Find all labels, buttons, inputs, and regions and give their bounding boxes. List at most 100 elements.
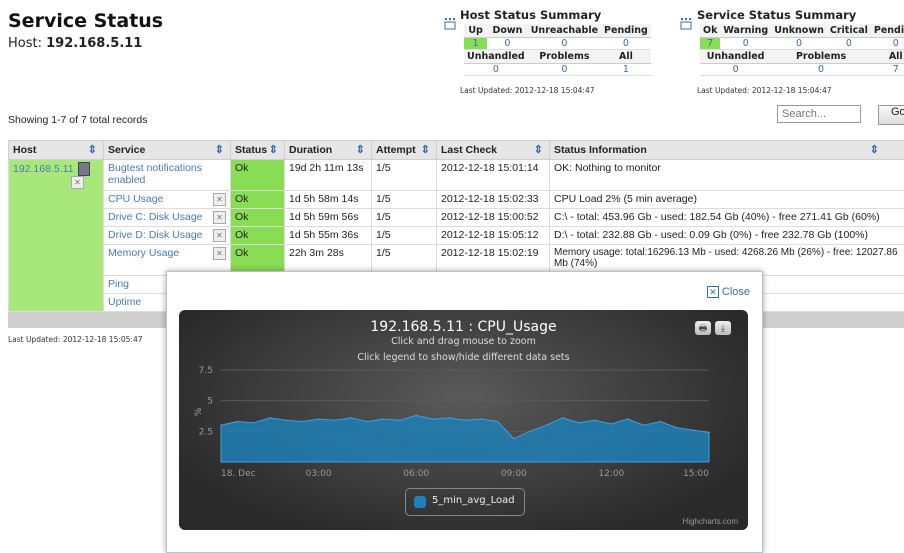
graph-icon[interactable]: ✕	[213, 229, 226, 242]
data-point[interactable]	[367, 421, 369, 423]
close-button[interactable]: ✕Close	[707, 286, 750, 298]
column-duration[interactable]: Duration⇕	[285, 141, 372, 160]
service-link[interactable]: CPU Usage	[108, 193, 163, 205]
last-check-cell: 2012-12-18 15:02:33	[437, 191, 550, 209]
host-up-count[interactable]: 1	[464, 38, 487, 50]
service-ok-count[interactable]: 7	[700, 38, 720, 50]
data-point[interactable]	[399, 419, 401, 421]
data-point[interactable]	[562, 417, 564, 419]
data-point[interactable]	[415, 415, 417, 417]
host-all-header: All	[601, 50, 651, 64]
sort-icon[interactable]: ⇕	[356, 143, 365, 156]
data-point[interactable]	[676, 427, 678, 429]
column-host[interactable]: Host⇕	[9, 141, 104, 160]
host-down-count[interactable]: 0	[487, 38, 528, 50]
data-point[interactable]	[383, 418, 385, 420]
data-point[interactable]	[285, 419, 287, 421]
data-point[interactable]	[529, 431, 531, 433]
sort-icon[interactable]: ⇕	[88, 143, 97, 156]
host-cell[interactable]: 192.168.5.11 ✕	[9, 160, 104, 312]
data-point[interactable]	[659, 421, 661, 423]
legend-swatch[interactable]	[414, 496, 426, 508]
data-point[interactable]	[611, 423, 613, 425]
data-point[interactable]	[513, 438, 515, 440]
data-point[interactable]	[546, 424, 548, 426]
sort-icon[interactable]: ⇕	[534, 143, 543, 156]
graph-icon[interactable]: ✕	[213, 211, 226, 224]
data-point[interactable]	[627, 418, 629, 420]
host-pending-count[interactable]: 0	[601, 38, 651, 50]
chart-container[interactable]: 192.168.5.11 : CPU_Usage Click and drag …	[179, 310, 748, 530]
service-critical-count[interactable]: 0	[827, 38, 871, 50]
host-unhandled-header: Unhandled	[464, 50, 528, 64]
data-point[interactable]	[594, 419, 596, 421]
column-status[interactable]: Status⇕	[231, 141, 285, 160]
service-cell[interactable]: Drive D: Disk Usage ✕	[104, 227, 231, 245]
series-area[interactable]	[221, 415, 709, 462]
column-status-information[interactable]: Status Information⇕	[550, 141, 904, 160]
data-point[interactable]	[318, 418, 320, 420]
legend-label[interactable]: 5_min_avg_Load	[432, 495, 515, 506]
service-link[interactable]: Drive D: Disk Usage	[108, 229, 203, 241]
last-check-cell: 2012-12-18 15:01:14	[437, 160, 550, 191]
data-point[interactable]	[448, 417, 450, 419]
column-attempt[interactable]: Attempt⇕	[372, 141, 437, 160]
data-point[interactable]	[643, 424, 645, 426]
graph-icon[interactable]: ✕	[213, 247, 226, 260]
service-link[interactable]: Drive C: Disk Usage	[108, 211, 203, 223]
chart-legend[interactable]: 5_min_avg_Load	[405, 488, 525, 516]
data-point[interactable]	[253, 422, 255, 424]
attempt-cell: 1/5	[372, 227, 437, 245]
go-button[interactable]: Go	[878, 105, 904, 125]
service-pending-count[interactable]: 0	[871, 38, 904, 50]
status-info-cell: OK: Nothing to monitor	[550, 160, 904, 191]
service-link[interactable]: Bugtest notifications enabled	[108, 162, 202, 186]
sort-icon[interactable]: ⇕	[421, 143, 430, 156]
host-summary-last-updated: Last Updated: 2012-12-18 15:04:47	[460, 86, 595, 95]
data-point[interactable]	[464, 419, 466, 421]
service-link[interactable]: Uptime	[108, 296, 141, 308]
close-label[interactable]: Close	[722, 286, 750, 298]
data-point[interactable]	[480, 418, 482, 420]
host-unreachable-count[interactable]: 0	[528, 38, 601, 50]
graph-icon[interactable]: ✕	[71, 176, 84, 189]
column-service[interactable]: Service⇕	[104, 141, 231, 160]
data-point[interactable]	[350, 417, 352, 419]
sort-icon[interactable]: ⇕	[269, 143, 278, 156]
data-point[interactable]	[708, 432, 710, 434]
host-unhandled-count[interactable]: 0	[464, 64, 528, 76]
data-point[interactable]	[432, 418, 434, 420]
service-all-header: All	[871, 50, 904, 64]
data-point[interactable]	[334, 419, 336, 421]
service-warning-count[interactable]: 0	[720, 38, 771, 50]
data-point[interactable]	[220, 424, 222, 426]
sort-icon[interactable]: ⇕	[215, 143, 224, 156]
service-problems-count[interactable]: 0	[771, 64, 871, 76]
service-all-count[interactable]: 7	[871, 64, 904, 76]
service-link[interactable]: Memory Usage	[108, 247, 179, 259]
data-point[interactable]	[236, 421, 238, 423]
column-last-check[interactable]: Last Check⇕	[437, 141, 550, 160]
server-icon[interactable]	[78, 162, 90, 176]
graph-icon[interactable]: ✕	[213, 193, 226, 206]
data-point[interactable]	[692, 429, 694, 431]
sort-icon[interactable]: ⇕	[870, 143, 879, 156]
service-cell[interactable]: Drive C: Disk Usage ✕	[104, 209, 231, 227]
host-problems-header: Problems	[528, 50, 601, 64]
host-link[interactable]: 192.168.5.11	[13, 163, 74, 175]
table-last-updated: Last Updated: 2012-12-18 15:05:47	[8, 335, 143, 344]
service-unknown-count[interactable]: 0	[771, 38, 827, 50]
service-cell[interactable]: CPU Usage ✕	[104, 191, 231, 209]
search-input[interactable]	[777, 105, 861, 123]
service-cell[interactable]: Bugtest notifications enabled	[104, 160, 231, 191]
data-point[interactable]	[302, 421, 304, 423]
data-point[interactable]	[269, 417, 271, 419]
data-point[interactable]	[578, 422, 580, 424]
service-link[interactable]: Ping	[108, 278, 129, 290]
data-point[interactable]	[497, 421, 499, 423]
duration-cell: 1d 5h 58m 14s	[285, 191, 372, 209]
service-unhandled-count[interactable]: 0	[700, 64, 771, 76]
close-icon[interactable]: ✕	[707, 286, 719, 298]
host-all-count[interactable]: 1	[601, 64, 651, 76]
host-problems-count[interactable]: 0	[528, 64, 601, 76]
